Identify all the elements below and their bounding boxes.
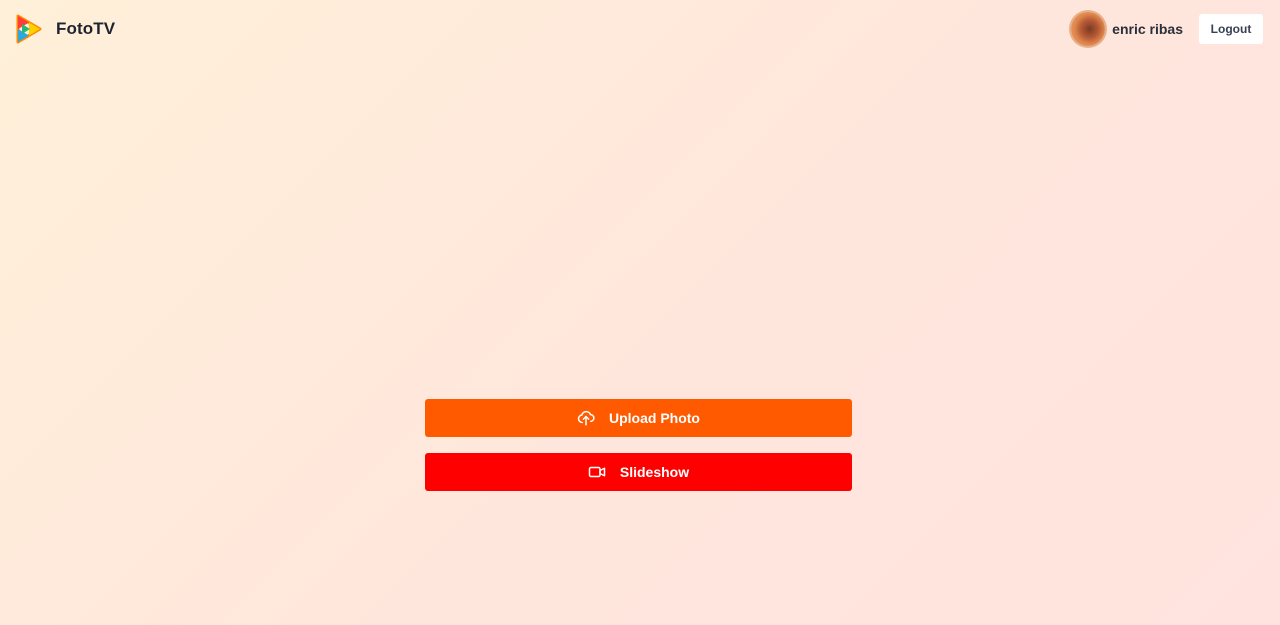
logout-button[interactable]: Logout xyxy=(1199,14,1263,44)
user-area: enric ribas Logout xyxy=(1071,12,1263,46)
upload-photo-label: Upload Photo xyxy=(609,410,700,426)
video-camera-icon xyxy=(588,463,606,481)
slideshow-button[interactable]: Slideshow xyxy=(425,453,852,491)
main-actions: Upload Photo Slideshow xyxy=(425,399,852,491)
fototv-logo-icon xyxy=(16,14,42,44)
upload-photo-button[interactable]: Upload Photo xyxy=(425,399,852,437)
cloud-upload-icon xyxy=(577,409,595,427)
brand[interactable]: FotoTV xyxy=(16,14,115,44)
user-avatar[interactable] xyxy=(1071,12,1106,46)
slideshow-label: Slideshow xyxy=(619,464,690,480)
user-name: enric ribas xyxy=(1112,21,1183,37)
top-navigation-bar: FotoTV enric ribas Logout xyxy=(0,0,1280,60)
app-name: FotoTV xyxy=(56,19,116,38)
